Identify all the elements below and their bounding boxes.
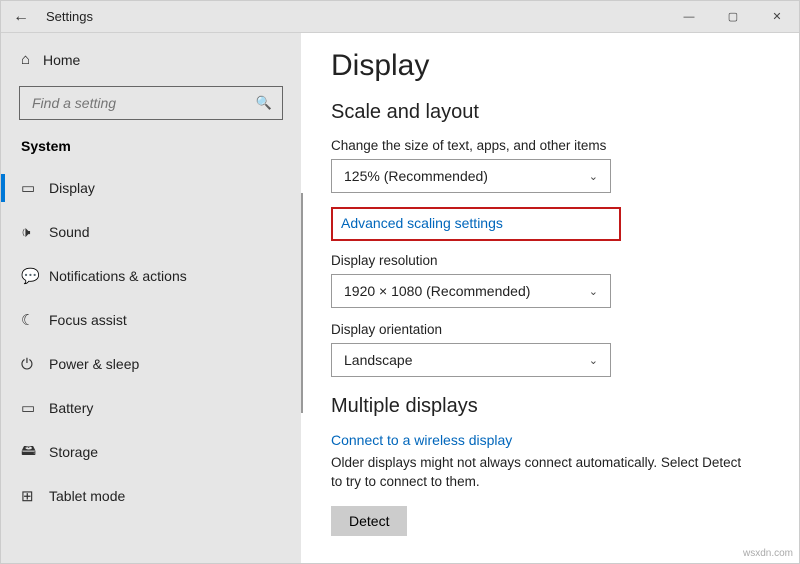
chevron-down-icon: ⌄ xyxy=(589,354,598,367)
section-scale-layout: Scale and layout xyxy=(331,101,769,124)
scroll-indicator[interactable] xyxy=(301,193,303,413)
detect-button[interactable]: Detect xyxy=(331,506,407,536)
sound-icon: 🕩 xyxy=(21,224,49,241)
battery-icon: ▭ xyxy=(21,399,49,417)
scale-value: 125% (Recommended) xyxy=(344,168,488,184)
sidebar-item-sound[interactable]: 🕩Sound xyxy=(1,210,301,254)
search-box[interactable]: 🔍 xyxy=(19,86,283,120)
sidebar-item-power-sleep[interactable]: ⏻Power & sleep xyxy=(1,342,301,386)
focus-assist-icon: ☾ xyxy=(21,311,49,329)
wireless-display-link[interactable]: Connect to a wireless display xyxy=(331,432,769,448)
power-sleep-icon: ⏻ xyxy=(21,356,49,373)
sidebar-item-label: Sound xyxy=(49,224,89,240)
watermark: wsxdn.com xyxy=(743,548,793,559)
sidebar-item-label: Display xyxy=(49,180,95,196)
chevron-down-icon: ⌄ xyxy=(589,170,598,183)
advanced-scaling-link[interactable]: Advanced scaling settings xyxy=(341,215,503,231)
window-title: Settings xyxy=(46,9,93,24)
scale-dropdown[interactable]: 125% (Recommended) ⌄ xyxy=(331,159,611,193)
orientation-value: Landscape xyxy=(344,352,413,368)
minimize-button[interactable]: — xyxy=(667,1,711,33)
sidebar-item-label: Tablet mode xyxy=(49,488,125,504)
sidebar-item-label: Power & sleep xyxy=(49,356,139,372)
sidebar-item-focus-assist[interactable]: ☾Focus assist xyxy=(1,298,301,342)
sidebar-item-battery[interactable]: ▭Battery xyxy=(1,386,301,430)
search-icon: 🔍 xyxy=(256,95,272,111)
notifications-actions-icon: 💬 xyxy=(21,267,49,285)
titlebar: ← Settings — ▢ ✕ xyxy=(1,1,799,33)
home-icon: ⌂ xyxy=(21,51,43,68)
back-button[interactable]: ← xyxy=(1,8,41,26)
tablet-mode-icon: ⊞ xyxy=(21,487,49,505)
resolution-dropdown[interactable]: 1920 × 1080 (Recommended) ⌄ xyxy=(331,274,611,308)
sidebar-item-tablet-mode[interactable]: ⊞Tablet mode xyxy=(1,474,301,518)
older-displays-text: Older displays might not always connect … xyxy=(331,454,751,492)
sidebar-item-label: Battery xyxy=(49,400,93,416)
close-button[interactable]: ✕ xyxy=(755,1,799,33)
section-multiple-displays: Multiple displays xyxy=(331,395,769,418)
sidebar-item-label: Focus assist xyxy=(49,312,127,328)
sidebar-item-display[interactable]: ▭Display xyxy=(1,166,301,210)
maximize-button[interactable]: ▢ xyxy=(711,1,755,33)
page-title: Display xyxy=(331,49,769,83)
sidebar-item-notifications-actions[interactable]: 💬Notifications & actions xyxy=(1,254,301,298)
sidebar-item-label: Storage xyxy=(49,444,98,460)
highlight-box: Advanced scaling settings xyxy=(331,207,621,241)
resolution-value: 1920 × 1080 (Recommended) xyxy=(344,283,530,299)
orientation-label: Display orientation xyxy=(331,322,769,337)
search-input[interactable] xyxy=(30,94,256,112)
sidebar: ⌂ Home 🔍 System ▭Display🕩Sound💬Notificat… xyxy=(1,33,301,563)
home-label: Home xyxy=(43,52,80,68)
category-label: System xyxy=(1,134,301,166)
storage-icon: 🖴 xyxy=(21,440,49,465)
resolution-label: Display resolution xyxy=(331,253,769,268)
sidebar-item-label: Notifications & actions xyxy=(49,268,187,284)
content-pane: Display Scale and layout Change the size… xyxy=(301,33,799,563)
orientation-dropdown[interactable]: Landscape ⌄ xyxy=(331,343,611,377)
scale-label: Change the size of text, apps, and other… xyxy=(331,138,769,153)
display-icon: ▭ xyxy=(21,179,49,197)
sidebar-item-storage[interactable]: 🖴Storage xyxy=(1,430,301,474)
home-button[interactable]: ⌂ Home xyxy=(1,43,301,76)
chevron-down-icon: ⌄ xyxy=(589,285,598,298)
